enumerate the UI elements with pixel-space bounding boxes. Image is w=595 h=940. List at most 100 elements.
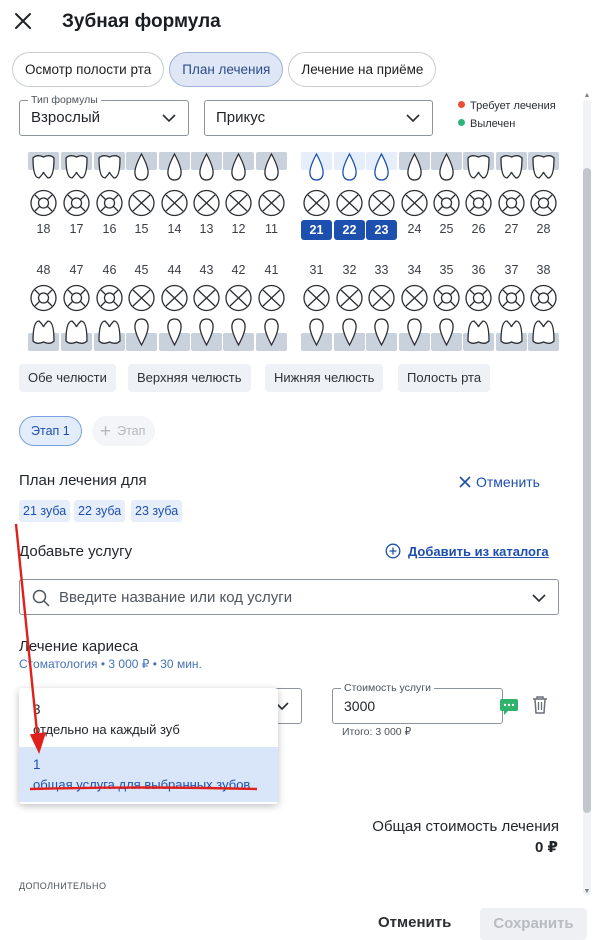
cancel-button[interactable]: Отменить [364, 906, 465, 940]
tooth-number-16[interactable]: 16 [94, 222, 125, 236]
tooth-27-surface-icon[interactable] [496, 188, 527, 223]
tooth-32-surface-icon[interactable] [334, 283, 365, 318]
tooth-35-crown-icon[interactable] [431, 317, 462, 352]
tooth-number-36[interactable]: 36 [463, 263, 494, 277]
tooth-13-surface-icon[interactable] [191, 188, 222, 223]
tooth-11-crown-icon[interactable] [256, 152, 287, 187]
dropdown-option-shared-service[interactable]: 1 общая услуга для выбранных зубов [19, 747, 278, 802]
tooth-42-crown-icon[interactable] [223, 317, 254, 352]
tooth-23-surface-icon[interactable] [366, 188, 397, 223]
tooth-44-surface-icon[interactable] [159, 283, 190, 318]
tooth-28-surface-icon[interactable] [528, 188, 559, 223]
tooth-number-23[interactable]: 23 [366, 220, 397, 240]
formula-type-select[interactable]: Тип формулы Взрослый [19, 94, 189, 136]
tooth-number-24[interactable]: 24 [399, 222, 430, 236]
tooth-33-crown-icon[interactable] [366, 317, 397, 352]
tooth-12-surface-icon[interactable] [223, 188, 254, 223]
save-button[interactable]: Сохранить [480, 908, 587, 940]
tooth-17-surface-icon[interactable] [61, 188, 92, 223]
bite-select[interactable]: Прикус [204, 100, 433, 136]
tooth-46-crown-icon[interactable] [94, 317, 125, 352]
tooth-15-crown-icon[interactable] [126, 152, 157, 187]
tooth-43-crown-icon[interactable] [191, 317, 222, 352]
trash-icon[interactable] [531, 695, 549, 715]
tooth-number-12[interactable]: 12 [223, 222, 254, 236]
tooth-number-34[interactable]: 34 [399, 263, 430, 277]
tooth-number-15[interactable]: 15 [126, 222, 157, 236]
tooth-41-crown-icon[interactable] [256, 317, 287, 352]
tooth-number-28[interactable]: 28 [528, 222, 559, 236]
tooth-38-crown-icon[interactable] [528, 317, 559, 352]
lower-jaw-button[interactable]: Нижняя челюсть [265, 364, 384, 392]
tooth-48-crown-icon[interactable] [28, 317, 59, 352]
tooth-number-33[interactable]: 33 [366, 263, 397, 277]
tooth-38-surface-icon[interactable] [528, 283, 559, 318]
tooth-34-surface-icon[interactable] [399, 283, 430, 318]
tooth-35-surface-icon[interactable] [431, 283, 462, 318]
tooth-44-crown-icon[interactable] [159, 317, 190, 352]
tooth-chip-22[interactable]: 22 зуба [74, 500, 126, 522]
scrollbar[interactable] [583, 100, 591, 896]
service-search-input[interactable]: Введите название или код услуги [19, 579, 559, 615]
add-from-catalog-link[interactable]: Добавить из каталога [385, 543, 549, 559]
tooth-31-surface-icon[interactable] [301, 283, 332, 318]
tooth-number-21[interactable]: 21 [301, 220, 332, 240]
tooth-47-surface-icon[interactable] [61, 283, 92, 318]
tooth-number-22[interactable]: 22 [334, 220, 365, 240]
tooth-48-surface-icon[interactable] [28, 283, 59, 318]
tooth-number-41[interactable]: 41 [256, 263, 287, 277]
tooth-16-crown-icon[interactable] [94, 152, 125, 187]
tooth-number-47[interactable]: 47 [61, 263, 92, 277]
tooth-22-surface-icon[interactable] [334, 188, 365, 223]
tooth-11-surface-icon[interactable] [256, 188, 287, 223]
tooth-32-crown-icon[interactable] [334, 317, 365, 352]
tooth-number-13[interactable]: 13 [191, 222, 222, 236]
tooth-number-14[interactable]: 14 [159, 222, 190, 236]
service-cost-field[interactable]: Стоимость услуги 3000 [332, 682, 503, 724]
tooth-number-48[interactable]: 48 [28, 263, 59, 277]
tooth-number-37[interactable]: 37 [496, 263, 527, 277]
tooth-number-42[interactable]: 42 [223, 263, 254, 277]
tooth-14-surface-icon[interactable] [159, 188, 190, 223]
tooth-36-surface-icon[interactable] [463, 283, 494, 318]
both-jaws-button[interactable]: Обе челюсти [19, 364, 116, 392]
tooth-43-surface-icon[interactable] [191, 283, 222, 318]
tooth-number-11[interactable]: 11 [256, 222, 287, 236]
tooth-number-43[interactable]: 43 [191, 263, 222, 277]
tooth-18-crown-icon[interactable] [28, 152, 59, 187]
tooth-13-crown-icon[interactable] [191, 152, 222, 187]
upper-jaw-button[interactable]: Верхняя челюсть [128, 364, 251, 392]
tooth-45-surface-icon[interactable] [126, 283, 157, 318]
tooth-47-crown-icon[interactable] [61, 317, 92, 352]
scroll-down-arrow-icon[interactable]: ▼ [583, 888, 591, 896]
tooth-number-25[interactable]: 25 [431, 222, 462, 236]
tooth-45-crown-icon[interactable] [126, 317, 157, 352]
cancel-plan-button[interactable]: Отменить [459, 474, 540, 490]
add-stage-button[interactable]: + Этап [92, 416, 156, 446]
tooth-number-38[interactable]: 38 [528, 263, 559, 277]
tooth-number-32[interactable]: 32 [334, 263, 365, 277]
tooth-15-surface-icon[interactable] [126, 188, 157, 223]
tooth-26-crown-icon[interactable] [463, 152, 494, 187]
tooth-37-surface-icon[interactable] [496, 283, 527, 318]
dropdown-option-each-tooth[interactable]: 3 отдельно на каждый зуб [19, 692, 278, 747]
tab-treatment-visit[interactable]: Лечение на приёме [288, 52, 437, 87]
close-icon[interactable] [12, 10, 34, 32]
tooth-25-surface-icon[interactable] [431, 188, 462, 223]
tooth-24-surface-icon[interactable] [399, 188, 430, 223]
tooth-18-surface-icon[interactable] [28, 188, 59, 223]
tooth-17-crown-icon[interactable] [61, 152, 92, 187]
tooth-26-surface-icon[interactable] [463, 188, 494, 223]
tooth-chip-21[interactable]: 21 зуба [19, 500, 71, 522]
tooth-41-surface-icon[interactable] [256, 283, 287, 318]
tooth-number-31[interactable]: 31 [301, 263, 332, 277]
tooth-46-surface-icon[interactable] [94, 283, 125, 318]
tab-examination[interactable]: Осмотр полости рта [12, 52, 165, 87]
comment-icon[interactable] [499, 698, 519, 716]
tooth-42-surface-icon[interactable] [223, 283, 254, 318]
tooth-number-27[interactable]: 27 [496, 222, 527, 236]
tooth-number-17[interactable]: 17 [61, 222, 92, 236]
tooth-number-26[interactable]: 26 [463, 222, 494, 236]
scroll-up-arrow-icon[interactable]: ▲ [583, 92, 591, 100]
tooth-31-crown-icon[interactable] [301, 317, 332, 352]
